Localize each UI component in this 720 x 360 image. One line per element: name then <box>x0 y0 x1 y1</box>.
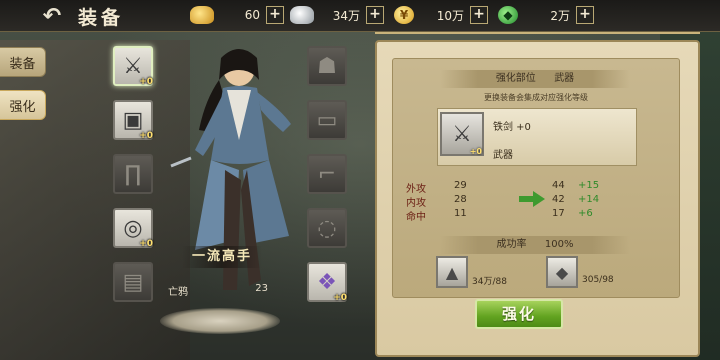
character-stat-value: 23 <box>255 283 268 294</box>
character-title: 一流高手 <box>182 246 262 268</box>
enhance-hint: 更换装备会集成对应强化等级 <box>484 93 588 102</box>
resource-coin: ¥ 10万 + <box>394 4 488 26</box>
add-gold-button[interactable]: + <box>266 6 284 24</box>
character-stat: 亡鸦 23 <box>168 283 268 299</box>
cost-silver: ▲ 34万/88 <box>436 254 507 290</box>
background-rocks <box>0 40 190 360</box>
item-name: 铁剑 +0 <box>493 122 531 133</box>
sword-icon[interactable]: ⚔ +0 <box>440 112 484 156</box>
coin-icon: ¥ <box>394 6 414 24</box>
slot-level: +0 <box>333 293 347 303</box>
silver-ingot-icon <box>290 6 314 24</box>
resource-silver: 34万 + <box>290 4 384 26</box>
stat-new: 17 <box>552 208 565 219</box>
add-silver-button[interactable]: + <box>366 6 384 24</box>
add-jade-button[interactable]: + <box>576 6 594 24</box>
stat-new: 42 <box>552 194 565 205</box>
resource-gold-value: 60 <box>244 8 260 22</box>
resource-jade: ◆ 2万 + <box>498 4 594 26</box>
item-level: +0 <box>469 147 482 156</box>
top-bar: ↶ 装备 60 + 34万 + ¥ 10万 + ◆ 2万 + <box>0 0 720 32</box>
stat-delta: +14 <box>578 194 600 205</box>
cost-silver-value: 34万/88 <box>472 276 507 287</box>
slot-level: +0 <box>139 239 153 249</box>
stat-row-hit: 命中 11 17 +6 <box>392 208 680 223</box>
stat-name: 命中 <box>406 212 426 223</box>
success-rate: 成功率 100% <box>440 236 630 254</box>
stat-name: 内攻 <box>406 198 426 209</box>
tab-enhance[interactable]: 强化 <box>0 90 46 120</box>
enhance-button[interactable]: 强化 <box>475 299 563 329</box>
pants-icon: ∏ <box>124 161 142 187</box>
stat-delta: +6 <box>578 208 593 219</box>
success-rate-value: 100% <box>544 239 574 250</box>
cost-ore: ◆ 305/98 <box>546 254 614 290</box>
resource-jade-value: 2万 <box>550 8 570 23</box>
slot-ring[interactable]: ◎ +0 <box>113 208 153 249</box>
enhance-part-header: 强化部位 武器 <box>440 70 630 88</box>
stat-old: 11 <box>454 208 467 219</box>
back-arrow-icon[interactable]: ↶ <box>34 4 70 29</box>
jade-icon: ◆ <box>498 6 518 24</box>
slot-pants[interactable]: ∏ <box>113 154 153 194</box>
stat-name: 外攻 <box>406 184 426 195</box>
cost-ore-value: 305/98 <box>582 275 614 285</box>
stat-old: 29 <box>454 180 467 191</box>
tab-equip[interactable]: 装备 <box>0 47 46 77</box>
slot-weapon[interactable]: ⚔ +0 <box>113 46 153 87</box>
slot-armor[interactable]: ▣ +0 <box>113 100 153 141</box>
ore-icon: ◆ <box>546 256 578 288</box>
resource-coin-value: 10万 <box>436 8 464 23</box>
gold-ingot-icon <box>190 6 214 24</box>
item-type: 武器 <box>493 150 513 161</box>
page-title: 装备 <box>78 7 125 29</box>
character-pedestal <box>160 308 280 334</box>
enhance-part-value: 武器 <box>554 73 575 84</box>
slot-level: +0 <box>139 77 153 87</box>
arrow-right-icon <box>519 191 545 207</box>
stat-new: 44 <box>552 180 565 191</box>
silver-ingot-icon: ▲ <box>436 256 468 288</box>
stat-delta: +15 <box>578 180 600 191</box>
resource-silver-value: 34万 <box>332 8 360 23</box>
resource-gold: 60 + <box>190 4 284 26</box>
slot-level: +0 <box>139 131 153 141</box>
bracer-icon: ▤ <box>122 269 144 295</box>
add-coin-button[interactable]: + <box>470 6 488 24</box>
character-figure <box>170 49 291 290</box>
stat-old: 28 <box>454 194 467 205</box>
slot-bracer[interactable]: ▤ <box>113 262 153 302</box>
character-stat-name: 亡鸦 <box>168 287 188 298</box>
enhance-part-label: 强化部位 <box>495 73 536 84</box>
success-rate-label: 成功率 <box>496 239 527 250</box>
